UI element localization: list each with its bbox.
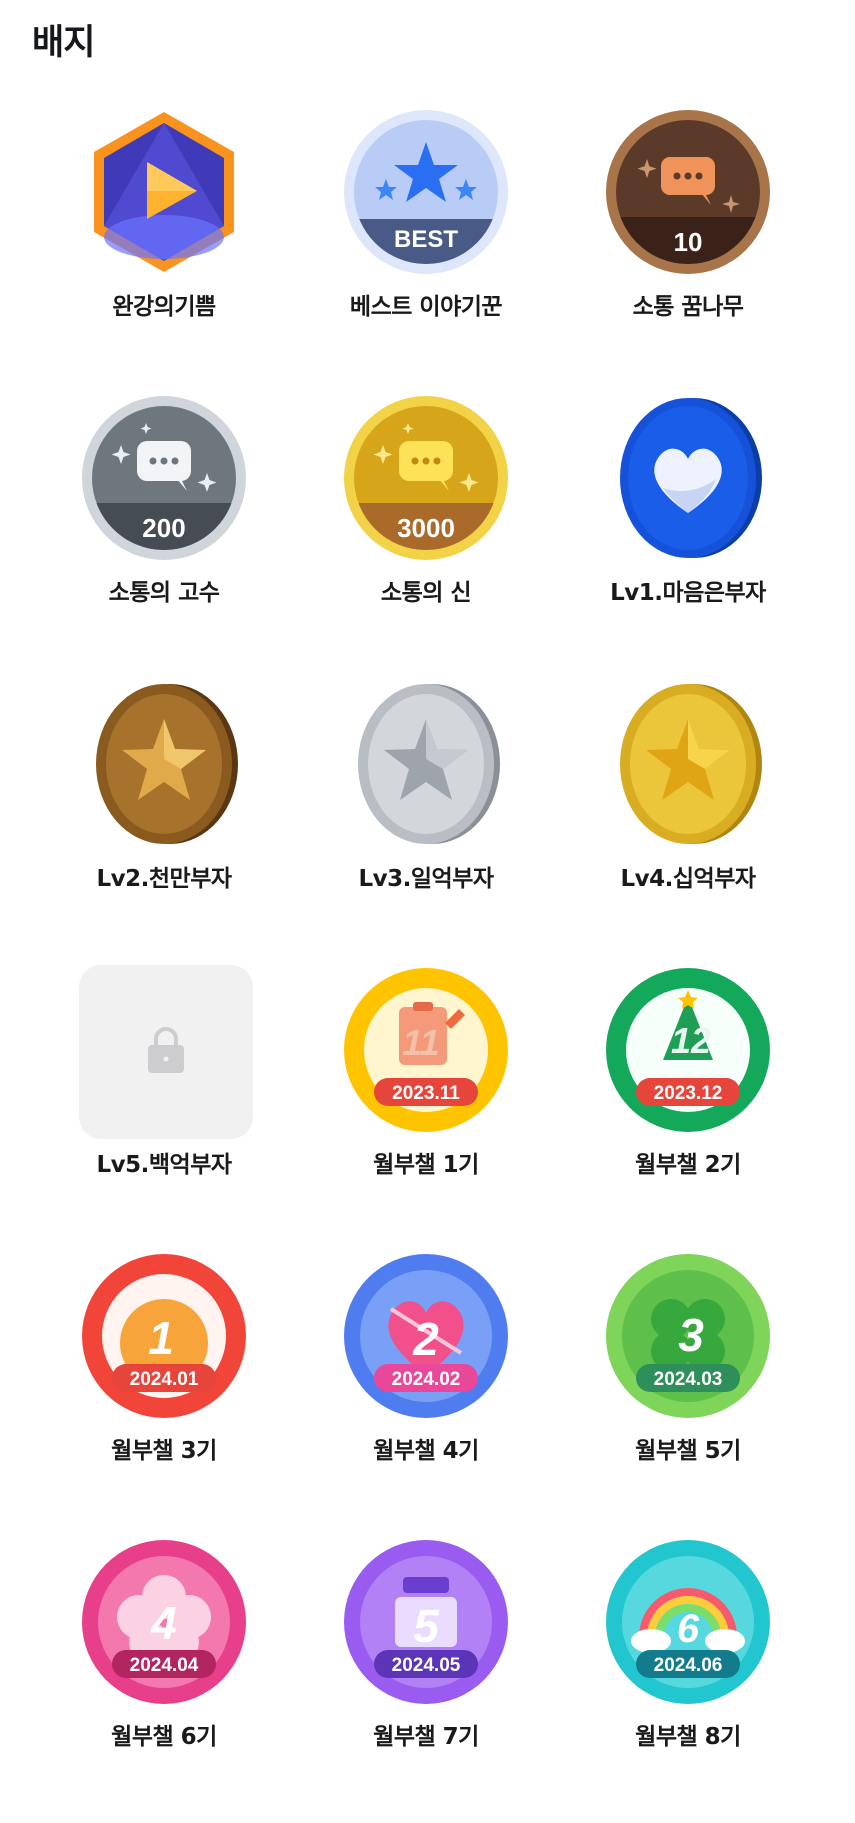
badge-label: 월부챌 5기 [635,1438,741,1464]
badge-item[interactable]: Lv2.천만부자 [33,679,295,965]
month-badge-icon: 2 2024.02 [341,1251,511,1421]
svg-text:2024.05: 2024.05 [392,1655,461,1676]
badge-item[interactable]: 6 2024.06 월부챌 8기 [557,1537,819,1823]
svg-text:1: 1 [148,1312,174,1364]
best-star-icon: BEST [341,107,511,277]
svg-text:200: 200 [142,513,185,543]
month-badge-icon: 5 2024.05 [341,1537,511,1707]
locked-badge-box [79,965,253,1139]
month-badge-icon: 3 2024.03 [603,1251,773,1421]
badge-label: 완강의기쁨 [112,294,216,320]
svg-text:2024.04: 2024.04 [130,1655,199,1676]
badge-label: 월부챌 4기 [373,1438,479,1464]
svg-text:2024.03: 2024.03 [654,1369,723,1390]
svg-text:2024.06: 2024.06 [654,1655,723,1676]
badge-item[interactable]: 완강의기쁨 [33,107,295,393]
badge-label: Lv4.십억부자 [620,866,756,892]
svg-text:10: 10 [674,227,703,257]
month-badge-icon: 11 2023.11 [341,965,511,1135]
badge-label: 소통 꿈나무 [632,294,744,320]
badge-item[interactable]: 10 소통 꿈나무 [557,107,819,393]
badge-label: 소통의 고수 [108,580,220,606]
badge-label: Lv1.마음은부자 [610,580,766,606]
svg-text:4: 4 [150,1597,177,1649]
svg-text:2024.02: 2024.02 [392,1369,461,1390]
badge-item[interactable]: Lv1.마음은부자 [557,393,819,679]
badge-item[interactable]: BEST 베스트 이야기꾼 [295,107,557,393]
badge-item[interactable]: 2 2024.02 월부챌 4기 [295,1251,557,1537]
badge-label: 월부챌 6기 [111,1724,217,1750]
badge-label: 월부챌 1기 [373,1152,479,1178]
badge-label: 소통의 신 [380,580,472,606]
svg-text:3: 3 [678,1309,704,1361]
chat-200-icon: 200 [79,393,249,563]
svg-text:BEST: BEST [394,226,458,253]
month-badge-icon: 12 2023.12 [603,965,773,1135]
badge-label: 월부챌 8기 [635,1724,741,1750]
silver-star-coin-icon [341,679,511,849]
svg-text:2024.01: 2024.01 [130,1369,199,1390]
svg-text:2023.11: 2023.11 [392,1083,460,1104]
svg-text:12: 12 [671,1020,711,1061]
chat-3000-icon: 3000 [341,393,511,563]
svg-text:2: 2 [412,1313,439,1365]
badge-item-locked[interactable]: Lv5.백억부자 [33,965,295,1251]
svg-text:11: 11 [402,1022,439,1063]
gold-star-coin-icon [603,679,773,849]
svg-text:2023.12: 2023.12 [654,1083,723,1104]
badge-grid: 완강의기쁨 BEST 베스트 이야기꾼 10 소통 꿈나무 200 소통의 고수… [0,107,855,1823]
badge-item[interactable]: 12 2023.12 월부챌 2기 [557,965,819,1251]
badge-item[interactable]: 200 소통의 고수 [33,393,295,679]
chat-10-icon: 10 [603,107,773,277]
badge-item[interactable]: 3000 소통의 신 [295,393,557,679]
heart-coin-icon [603,393,773,563]
badge-label: Lv3.일억부자 [358,866,494,892]
page-title: 배지 [32,23,95,63]
badge-item[interactable]: 5 2024.05 월부챌 7기 [295,1537,557,1823]
badge-item[interactable]: 1 2024.01 월부챌 3기 [33,1251,295,1537]
badge-label: 베스트 이야기꾼 [349,294,503,320]
svg-text:6: 6 [677,1607,700,1651]
badge-item[interactable]: Lv3.일억부자 [295,679,557,965]
month-badge-icon: 1 2024.01 [79,1251,249,1421]
badge-label: Lv5.백억부자 [96,1152,232,1178]
badge-item[interactable]: 3 2024.03 월부챌 5기 [557,1251,819,1537]
badge-label: 월부챌 7기 [373,1724,479,1750]
month-badge-icon: 4 2024.04 [79,1537,249,1707]
bronze-star-coin-icon [79,679,249,849]
badge-label: 월부챌 3기 [111,1438,217,1464]
month-badge-icon: 6 2024.06 [603,1537,773,1707]
badge-item[interactable]: 4 2024.04 월부챌 6기 [33,1537,295,1823]
badge-label: 월부챌 2기 [635,1152,741,1178]
lock-icon [148,1027,184,1073]
hexagon-play-icon [79,107,249,277]
badge-item[interactable]: 11 2023.11 월부챌 1기 [295,965,557,1251]
svg-text:3000: 3000 [397,513,455,543]
svg-text:5: 5 [413,1600,440,1652]
badge-label: Lv2.천만부자 [96,866,232,892]
badge-item[interactable]: Lv4.십억부자 [557,679,819,965]
